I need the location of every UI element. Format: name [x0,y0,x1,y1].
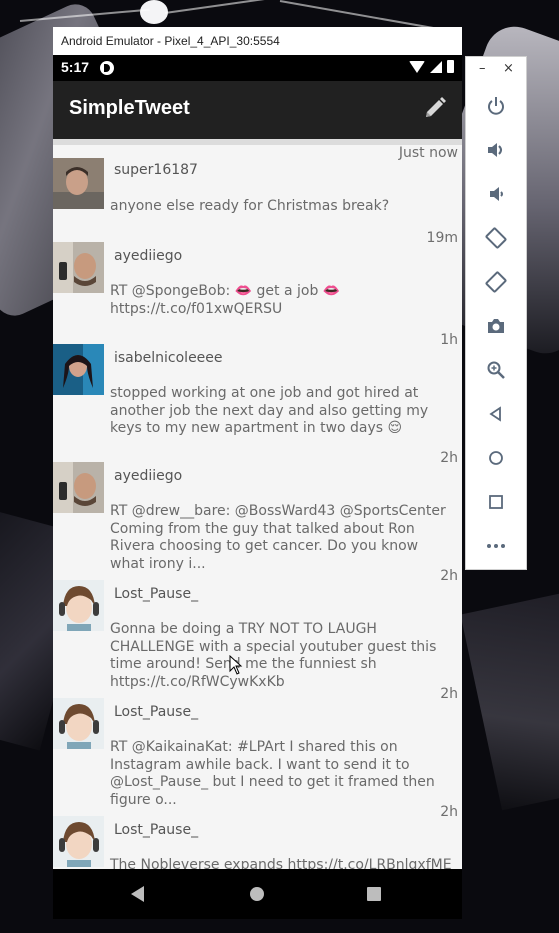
home-icon[interactable] [483,445,509,471]
overview-icon[interactable] [483,489,509,515]
tweet-item[interactable]: Just now super16187 anyone else ready fo… [53,145,462,230]
tweet-item[interactable]: 2h Lost_Pause_ The Nobleverse expands ht… [53,804,462,869]
wallpaper-ray [279,0,438,30]
avatar [53,462,104,513]
tweet-item[interactable]: 19m ayediiego RT @SpongeBob: 👄 get a job… [53,230,462,332]
tweet-timestamp: 2h [440,450,458,466]
recents-icon[interactable] [367,887,381,901]
app-bar: SimpleTweet [53,81,462,139]
avatar [53,158,104,209]
volume-down-icon[interactable] [483,181,509,207]
tweet-username: Lost_Pause_ [114,586,199,602]
wifi-icon [409,60,425,73]
tweet-username: super16187 [114,162,198,178]
toolbar-window-controls: – × [466,61,526,81]
emulator-side-toolbar: – × [465,56,527,570]
avatar [53,242,104,293]
tweet-timestamp: 19m [426,230,458,246]
tweet-username: Lost_Pause_ [114,704,199,720]
tweet-item[interactable]: 2h Lost_Pause_ Gonna be doing a TRY NOT … [53,568,462,690]
status-bar: 5:17 [53,55,462,81]
tweet-username: ayediiego [114,468,183,484]
camera-icon[interactable] [483,313,509,339]
power-icon[interactable] [483,93,509,119]
tweet-text: anyone else ready for Christmas break? [110,198,390,214]
tweet-text: RT @drew__bare: @BossWard43 @SportsCente… [110,503,446,572]
tweet-item[interactable]: 2h ayediiego RT @drew__bare: @BossWard43… [53,450,462,572]
avatar [53,344,104,395]
status-icons [409,60,454,73]
tweet-timestamp: 2h [440,568,458,584]
tweet-timestamp: 1h [440,332,458,348]
wallpaper-shape [460,589,559,811]
mouse-cursor-icon [229,655,243,675]
notification-app-icon [100,61,114,75]
volume-up-icon[interactable] [483,137,509,163]
tweet-text: Gonna be doing a TRY NOT TO LAUGH CHALLE… [110,621,437,690]
avatar [53,816,104,867]
tweet-timestamp: Just now [398,145,458,161]
tweet-text: stopped working at one job and got hired… [110,385,429,436]
tweet-username: isabelnicoleeee [114,350,223,366]
app-title: SimpleTweet [69,97,190,119]
tweet-timestamp: 2h [440,686,458,702]
tweet-timeline[interactable]: Just now super16187 anyone else ready fo… [53,145,462,869]
navigation-bar [53,869,462,919]
device-screen: 5:17 SimpleTweet Just now super16187 any… [53,55,462,919]
tweet-username: ayediiego [114,248,183,264]
tweet-text: RT @KaikainaKat: #LPArt I shared this on… [110,739,435,808]
rotate-left-icon[interactable] [483,225,509,251]
compose-pencil-icon[interactable] [422,95,448,121]
emulator-window-title: Android Emulator - Pixel_4_API_30:5554 [53,27,462,55]
close-button[interactable]: × [503,61,514,76]
wallpaper-orb [140,0,168,24]
battery-icon [447,60,454,73]
tweet-text: The Nobleverse expands https://t.co/LRBn… [110,857,452,869]
tweet-item[interactable]: 1h isabelnicoleeee stopped working at on… [53,332,462,450]
rotate-right-icon[interactable] [483,269,509,295]
tweet-item[interactable]: 2h Lost_Pause_ RT @KaikainaKat: #LPArt I… [53,686,462,808]
signal-icon [430,60,442,73]
status-time: 5:17 [61,59,90,75]
tweet-username: Lost_Pause_ [114,822,199,838]
avatar [53,698,104,749]
more-icon[interactable] [483,533,509,559]
tweet-timestamp: 2h [440,804,458,820]
back-icon[interactable] [131,886,144,902]
tweet-text: RT @SpongeBob: 👄 get a job 👄 https://t.c… [110,283,341,317]
home-icon[interactable] [250,887,264,901]
avatar [53,580,104,631]
zoom-icon[interactable] [483,357,509,383]
back-icon[interactable] [483,401,509,427]
minimize-button[interactable]: – [479,61,486,76]
